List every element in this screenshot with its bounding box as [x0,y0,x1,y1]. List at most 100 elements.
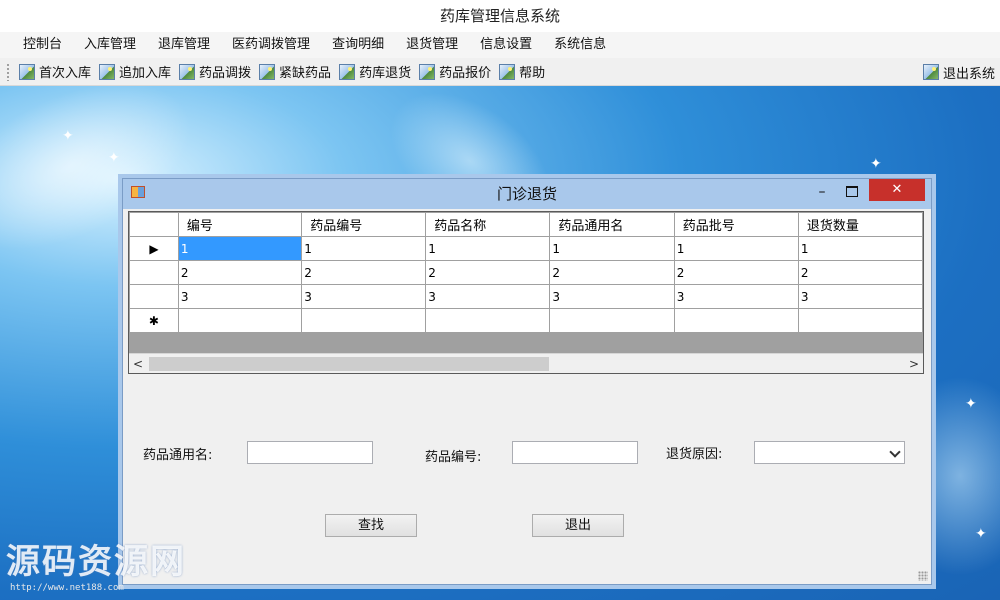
toolbar-exit-system-button[interactable]: 退出系统 [920,60,1000,84]
toolbar-label: 药库退货 [359,66,412,81]
grid-corner-header[interactable] [129,212,179,237]
menu-console[interactable]: 控制台 [12,34,73,56]
grid-cell[interactable]: 2 [549,260,675,285]
sparkle-icon: ✦ [108,150,120,166]
current-row-indicator[interactable]: ▶ [129,236,179,261]
grid-cell[interactable]: 2 [797,260,923,285]
exit-button[interactable]: 退出 [532,514,624,537]
menu-bar: 控制台 入库管理 退库管理 医药调拨管理 查询明细 退货管理 信息设置 系统信息 [0,32,1000,58]
grid-cell[interactable]: 1 [177,236,303,261]
toolbar-grip[interactable] [6,62,10,81]
toolbar-label: 首次入库 [39,66,92,81]
resize-grip[interactable] [918,571,928,581]
toolbar-label: 药品调拨 [199,66,252,81]
new-row[interactable]: ✱ [129,308,923,333]
grid-cell[interactable]: 2 [673,260,799,285]
toolbar-shortage-button[interactable]: 紧缺药品 [256,60,336,84]
grid-cell[interactable]: 3 [177,284,303,309]
sparkle-icon: ✦ [870,156,882,172]
grid-cell[interactable]: 3 [549,284,675,309]
watermark-url: http://www.net188.com [10,583,124,593]
menu-system-info[interactable]: 系统信息 [543,34,617,56]
grid-cell[interactable]: 1 [301,236,427,261]
chevron-down-icon[interactable] [889,446,901,458]
grid-cell[interactable] [425,308,551,333]
minimize-button[interactable]: – [809,181,835,205]
grid-cell[interactable]: 3 [425,284,551,309]
menu-return-to-warehouse[interactable]: 退库管理 [147,34,221,56]
menu-drug-transfer[interactable]: 医药调拨管理 [221,34,321,56]
toolbar-help-button[interactable]: 帮助 [496,60,550,84]
scroll-left-arrow[interactable]: < [129,354,147,373]
grid-cell[interactable]: 1 [673,236,799,261]
toolbar-drug-transfer-button[interactable]: 药品调拨 [176,60,256,84]
menu-stock-in[interactable]: 入库管理 [73,34,147,56]
app-title: 药库管理信息系统 [439,7,560,25]
new-row-indicator[interactable]: ✱ [129,308,179,333]
grid-cell[interactable]: 3 [797,284,923,309]
scroll-right-arrow[interactable]: > [905,354,923,373]
dialog-title-bar[interactable]: 门诊退货 – ✕ [123,179,931,209]
grid-cell[interactable] [673,308,799,333]
column-header[interactable]: 编号 [177,212,303,237]
picture-icon [19,63,35,80]
grid-cell[interactable]: 2 [425,260,551,285]
toolbar-label: 追加入库 [119,66,172,81]
toolbar-label: 退出系统 [942,66,995,82]
row-header[interactable] [129,260,179,285]
grid-cell[interactable] [301,308,427,333]
toolbar-label: 帮助 [519,66,546,81]
sparkle-icon: ✦ [62,128,74,144]
grid-cell[interactable]: 1 [549,236,675,261]
close-button[interactable]: ✕ [869,179,925,201]
watermark-text: 源码资源网 [6,542,186,582]
column-header[interactable]: 药品名称 [425,212,551,237]
toolbar-add-stock-in-button[interactable]: 追加入库 [96,60,176,84]
grid-cell[interactable]: 3 [673,284,799,309]
grid-cell[interactable]: 3 [301,284,427,309]
drug-code-input[interactable] [512,441,638,464]
grid-cell[interactable]: 2 [301,260,427,285]
generic-name-label: 药品通用名: [143,448,213,463]
generic-name-input[interactable] [247,441,373,464]
table-row[interactable]: 2 2 2 2 2 2 [129,260,923,285]
table-row[interactable]: 3 3 3 3 3 3 [129,284,923,309]
horizontal-scrollbar[interactable]: < > [129,353,923,373]
column-header[interactable]: 药品编号 [301,212,427,237]
toolbar-price-quote-button[interactable]: 药品报价 [416,60,496,84]
table-row[interactable]: ▶ 1 1 1 1 1 1 [129,236,923,261]
menu-query-details[interactable]: 查询明细 [321,34,395,56]
returns-grid[interactable]: 编号 药品编号 药品名称 药品通用名 药品批号 退货数量 ▶ 1 1 1 1 1… [128,211,924,374]
column-header[interactable]: 药品通用名 [549,212,675,237]
menu-returns[interactable]: 退货管理 [395,34,469,56]
toolbar: 首次入库 追加入库 药品调拨 紧缺药品 药库退货 药品报价 帮助 退出系统 [0,58,1000,86]
sparkle-icon: ✦ [965,396,977,412]
picture-icon [99,63,116,80]
picture-icon [499,63,516,80]
grid-cell[interactable] [797,308,923,333]
grid-header-row: 编号 药品编号 药品名称 药品通用名 药品批号 退货数量 [129,212,923,237]
grid-cell[interactable] [177,308,303,333]
return-reason-label: 退货原因: [666,447,723,462]
column-header[interactable]: 药品批号 [673,212,799,237]
grid-cell[interactable]: 2 [177,260,303,285]
toolbar-first-stock-in-button[interactable]: 首次入库 [16,60,96,84]
grid-cell[interactable]: 1 [425,236,551,261]
grid-cell[interactable]: 1 [797,236,923,261]
grid-table: 编号 药品编号 药品名称 药品通用名 药品批号 退货数量 ▶ 1 1 1 1 1… [129,212,923,333]
maximize-button[interactable] [839,181,865,205]
column-header[interactable]: 退货数量 [797,212,923,237]
app-title-bar: 药库管理信息系统 [0,0,1000,32]
grid-cell[interactable] [549,308,675,333]
toolbar-label: 紧缺药品 [279,66,332,81]
returns-dialog: 门诊退货 – ✕ 编号 药品编号 药品名称 药品通用名 药品批号 退货数量 ▶ … [122,178,932,585]
drug-code-label: 药品编号: [425,450,482,465]
row-header[interactable] [129,284,179,309]
scroll-thumb[interactable] [149,357,549,371]
search-button[interactable]: 查找 [325,514,417,537]
menu-info-settings[interactable]: 信息设置 [469,34,543,56]
picture-icon [339,63,356,80]
picture-icon [922,64,939,80]
return-reason-select[interactable] [754,441,905,464]
toolbar-warehouse-return-button[interactable]: 药库退货 [336,60,416,84]
